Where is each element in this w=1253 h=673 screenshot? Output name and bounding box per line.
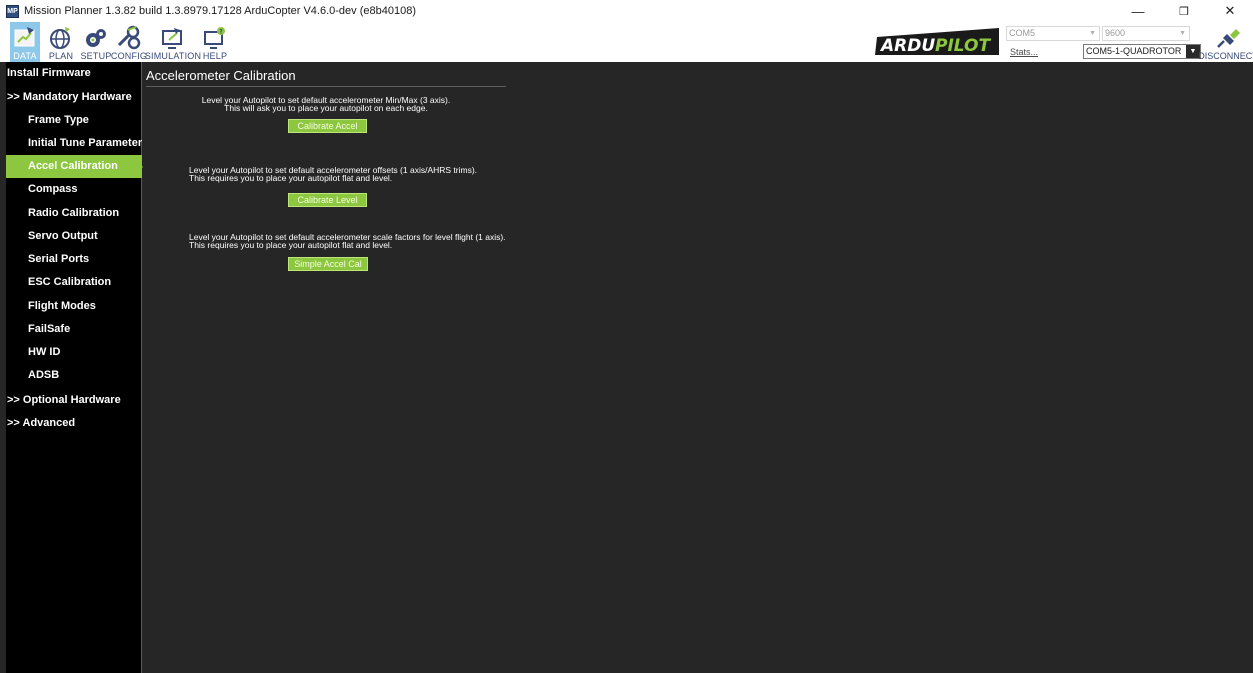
- sidebar-item-install-firmware[interactable]: Install Firmware: [6, 62, 142, 85]
- data-icon: [14, 27, 35, 47]
- globe-icon: [50, 27, 70, 49]
- plug-icon: [1217, 29, 1240, 48]
- page-title: Accelerometer Calibration: [146, 68, 296, 83]
- calibrate-accel-button[interactable]: Calibrate Accel: [288, 119, 367, 133]
- sidebar-item-adsb[interactable]: ADSB: [6, 364, 142, 387]
- sidebar-item-mandatory-hardware[interactable]: >> Mandatory Hardware: [6, 86, 142, 109]
- nav-config-label: CONFIG: [110, 51, 148, 61]
- nav-help-label: HELP: [202, 51, 228, 61]
- sidebar-item-esc-calibration[interactable]: ESC Calibration: [6, 271, 142, 294]
- sidebar-item-advanced[interactable]: >> Advanced: [6, 412, 142, 435]
- sidebar-item-hw-id[interactable]: HW ID: [6, 341, 142, 364]
- nav-plan[interactable]: PLAN: [45, 22, 77, 62]
- stats-link[interactable]: Stats...: [1010, 47, 1038, 57]
- sidebar-item-frame-type[interactable]: Frame Type: [6, 109, 142, 132]
- sidebar-item-serial-ports[interactable]: Serial Ports: [6, 248, 142, 271]
- minimize-button[interactable]: —: [1115, 0, 1161, 22]
- calibrate-level-text-line2: This requires you to place your autopilo…: [189, 173, 393, 183]
- nav-simulation-label: SIMULATION: [144, 51, 202, 61]
- window-controls: — ❐ ✕: [1115, 0, 1253, 22]
- sidebar-item-compass[interactable]: Compass: [6, 178, 142, 201]
- accel-calibration-panel: Accelerometer Calibration Level your Aut…: [143, 62, 1253, 673]
- disconnect-label: DISCONNECT: [1198, 51, 1253, 61]
- nav-config[interactable]: CONFIG: [110, 22, 148, 62]
- sidebar-item-flight-modes[interactable]: Flight Modes: [6, 295, 142, 318]
- ardupilot-logo: ARDU PILOT: [875, 28, 999, 56]
- nav-plan-label: PLAN: [48, 51, 74, 61]
- app-icon: MP: [6, 4, 19, 18]
- help-icon: ?: [204, 27, 225, 49]
- nav-data-label: DATA: [13, 51, 37, 61]
- nav-data[interactable]: DATA: [10, 22, 40, 62]
- setup-sidebar: Install Firmware >> Mandatory Hardware F…: [6, 62, 151, 673]
- sidebar-item-accel-calibration[interactable]: Accel Calibration: [6, 155, 151, 178]
- wrench-icon: [117, 25, 141, 50]
- chevron-down-icon: ▼: [1179, 30, 1186, 37]
- simple-accel-cal-button[interactable]: Simple Accel Cal: [288, 257, 368, 271]
- title-bar: MP Mission Planner 1.3.82 build 1.3.8979…: [0, 0, 1253, 22]
- nav-setup[interactable]: SETUP: [80, 22, 112, 62]
- window-title: Mission Planner 1.3.82 build 1.3.8979.17…: [24, 5, 416, 17]
- main-toolbar: DATA PLAN SETUP CONFIG SIMULATION ? HELP…: [0, 22, 1253, 62]
- baud-value: 9600: [1105, 28, 1126, 38]
- sidebar-item-initial-tune[interactable]: Initial Tune Parameters: [6, 132, 142, 155]
- gear-icon: [86, 29, 106, 47]
- baud-select[interactable]: 9600 ▼: [1102, 26, 1190, 41]
- sidebar-item-failsafe[interactable]: FailSafe: [6, 318, 142, 341]
- profile-value: COM5-1-QUADROTOR: [1086, 46, 1182, 56]
- maximize-button[interactable]: ❐: [1161, 0, 1207, 22]
- svg-text:?: ?: [219, 29, 223, 36]
- sidebar-item-optional-hardware[interactable]: >> Optional Hardware: [6, 389, 142, 412]
- title-divider: [146, 86, 506, 87]
- disconnect-button[interactable]: DISCONNECT: [1198, 22, 1253, 62]
- port-value: COM5: [1009, 28, 1036, 38]
- calibrate-level-button[interactable]: Calibrate Level: [288, 193, 367, 207]
- sidebar-item-radio-calibration[interactable]: Radio Calibration: [6, 202, 142, 225]
- profile-select[interactable]: COM5-1-QUADROTOR ▼: [1083, 44, 1201, 59]
- close-button[interactable]: ✕: [1207, 0, 1253, 22]
- calibrate-accel-text-line2: This will ask you to place your autopilo…: [224, 103, 428, 113]
- logo-text-pilot: PILOT: [935, 36, 991, 56]
- chevron-down-icon: ▼: [1089, 30, 1096, 37]
- sidebar-item-servo-output[interactable]: Servo Output: [6, 225, 142, 248]
- simulation-icon: [162, 28, 182, 49]
- port-select[interactable]: COM5 ▼: [1006, 26, 1100, 41]
- simple-accel-text-line2: This requires you to place your autopilo…: [189, 240, 393, 250]
- nav-setup-label: SETUP: [80, 51, 112, 61]
- nav-simulation[interactable]: SIMULATION: [144, 22, 202, 62]
- nav-help[interactable]: ? HELP: [200, 22, 230, 62]
- mission-planner-window: MP Mission Planner 1.3.82 build 1.3.8979…: [0, 0, 1253, 673]
- logo-text-ardu: ARDU: [879, 36, 935, 56]
